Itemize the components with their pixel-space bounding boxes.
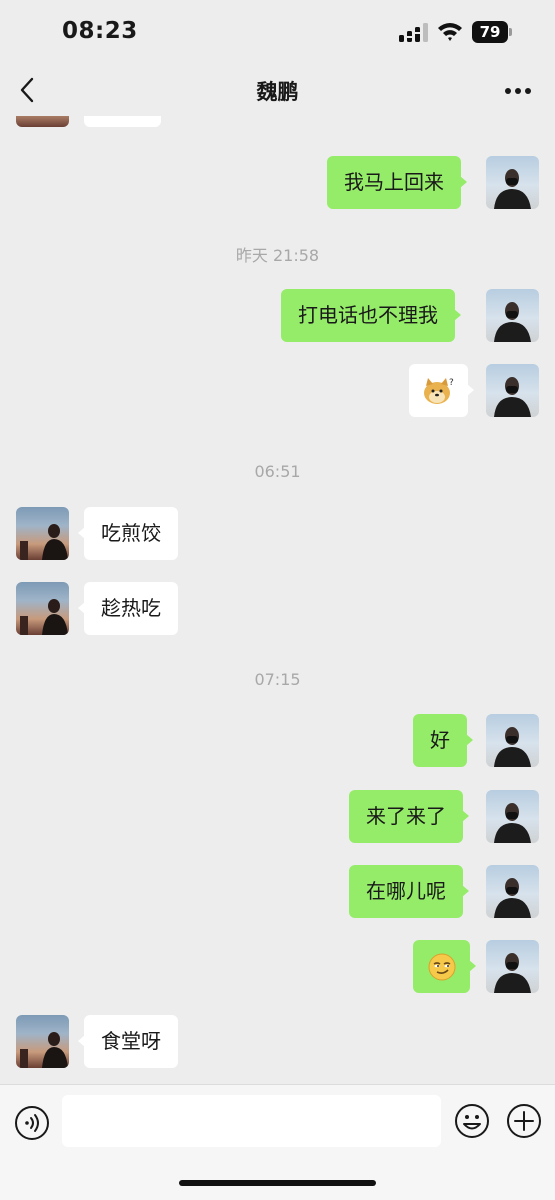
- message-bubble[interactable]: 打电话也不理我: [281, 289, 461, 342]
- message-bubble[interactable]: 在哪儿呢: [349, 865, 469, 918]
- my-avatar[interactable]: [486, 790, 539, 843]
- message-bubble[interactable]: 我马上回来: [327, 156, 467, 209]
- home-indicator[interactable]: [179, 1180, 376, 1186]
- my-avatar[interactable]: [486, 865, 539, 918]
- svg-text:?: ?: [449, 378, 454, 388]
- battery-icon: 79: [472, 21, 514, 43]
- battery-level: 79: [472, 21, 508, 43]
- more-options-icon[interactable]: [504, 87, 532, 95]
- message-bubble[interactable]: 食堂呀: [78, 1015, 178, 1068]
- status-bar: 08:23 79: [0, 0, 555, 64]
- message-input[interactable]: [62, 1095, 441, 1147]
- my-avatar[interactable]: [486, 156, 539, 209]
- message-bubble[interactable]: 来了来了: [349, 790, 469, 843]
- contact-avatar[interactable]: [16, 507, 69, 560]
- my-avatar[interactable]: [486, 940, 539, 993]
- contact-avatar[interactable]: [16, 116, 69, 127]
- message-bubble[interactable]: [84, 116, 161, 127]
- wifi-icon: [438, 23, 462, 41]
- my-avatar[interactable]: [486, 364, 539, 417]
- contact-avatar[interactable]: [16, 582, 69, 635]
- contact-avatar[interactable]: [16, 1015, 69, 1068]
- chat-header: 魏鹏: [0, 64, 555, 116]
- message-list[interactable]: 我马上回来 昨天 21:58 打电话也不理我 ? 06:51 吃煎饺 趁热吃 0…: [0, 116, 555, 1084]
- more-functions-plus-icon[interactable]: [506, 1103, 542, 1139]
- sticker-bubble[interactable]: ?: [409, 364, 474, 417]
- message-bubble[interactable]: 趁热吃: [78, 582, 178, 635]
- message-bubble[interactable]: 吃煎饺: [78, 507, 178, 560]
- timestamp: 07:15: [254, 670, 301, 689]
- voice-input-icon[interactable]: [14, 1105, 50, 1141]
- chat-title: 魏鹏: [256, 80, 299, 104]
- cellular-signal-icon: [399, 23, 428, 42]
- message-bubble[interactable]: 好: [413, 714, 473, 767]
- status-time: 08:23: [62, 18, 138, 44]
- timestamp: 昨天 21:58: [235, 246, 320, 265]
- emoji-bubble[interactable]: [413, 940, 476, 993]
- doge-sticker-icon: ?: [423, 377, 454, 404]
- emoji-picker-icon[interactable]: [454, 1103, 490, 1139]
- my-avatar[interactable]: [486, 289, 539, 342]
- timestamp: 06:51: [254, 462, 301, 481]
- smirk-emoji-icon: [428, 953, 455, 980]
- my-avatar[interactable]: [486, 714, 539, 767]
